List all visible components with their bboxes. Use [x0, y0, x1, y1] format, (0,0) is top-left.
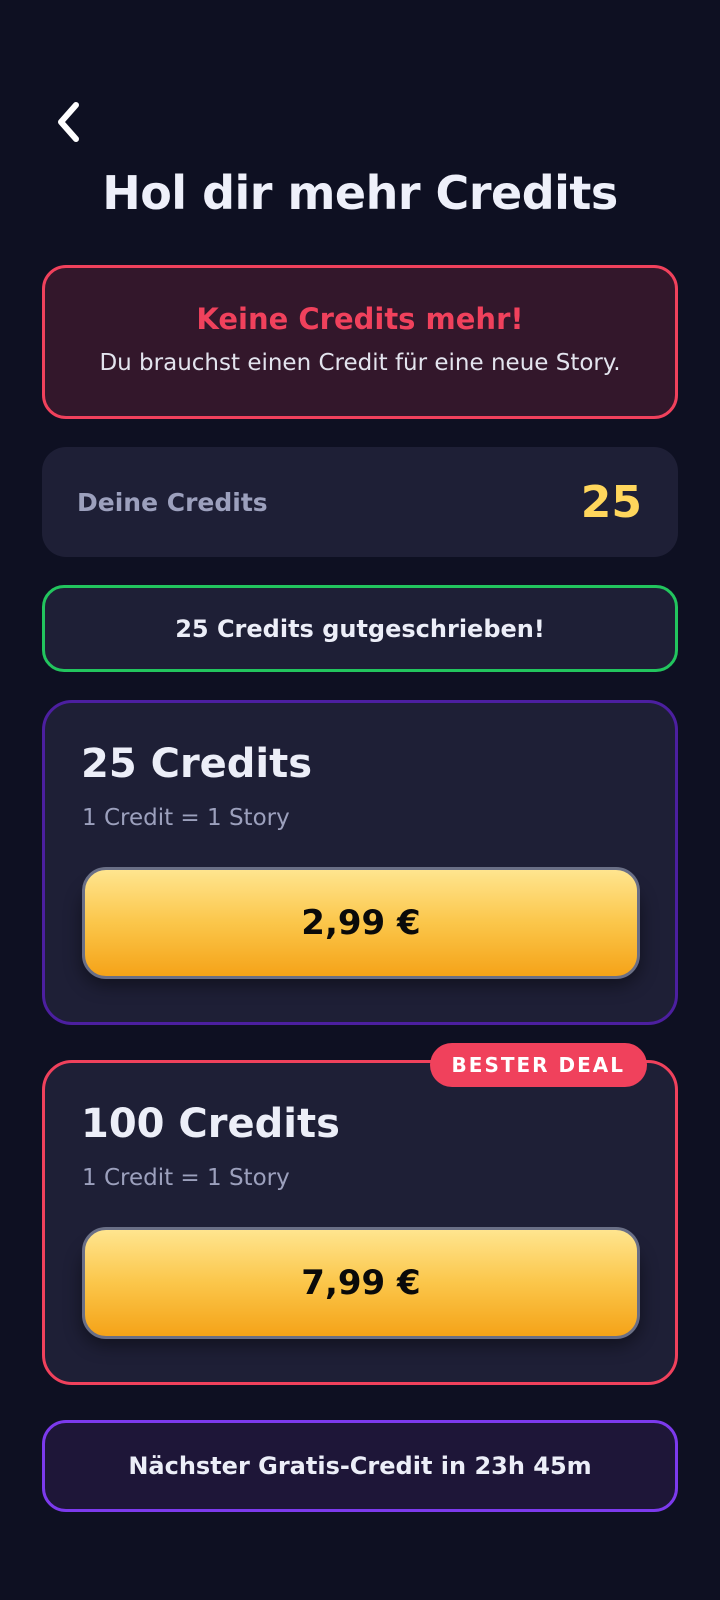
chevron-left-icon: [55, 100, 81, 148]
buy-button-100-credits[interactable]: 7,99 €: [82, 1227, 640, 1339]
package-name: 25 Credits: [81, 741, 313, 787]
package-name: 100 Credits: [81, 1101, 340, 1147]
credits-added-toast: 25 Credits gutgeschrieben!: [42, 585, 678, 672]
package-card-100-credits: BESTER DEAL 100 Credits 1 Credit = 1 Sto…: [42, 1043, 678, 1385]
price-label: 2,99 €: [301, 903, 421, 943]
free-credit-text: Nächster Gratis-Credit in 23h 45m: [128, 1452, 592, 1480]
buy-button-25-credits[interactable]: 2,99 €: [82, 867, 640, 979]
package-card-25-credits: 25 Credits 1 Credit = 1 Story 2,99 €: [42, 700, 678, 1025]
balance-value: 25: [580, 476, 642, 528]
page-title: Hol dir mehr Credits: [102, 166, 618, 220]
free-credit-timer: Nächster Gratis-Credit in 23h 45m: [42, 1420, 678, 1512]
no-credits-alert: Keine Credits mehr! Du brauchst einen Cr…: [42, 265, 678, 419]
buy-button-wrapper: 2,99 €: [82, 867, 640, 979]
package-subtitle: 1 Credit = 1 Story: [82, 805, 290, 831]
credit-balance-card: Deine Credits 25: [42, 447, 678, 557]
alert-title: Keine Credits mehr!: [196, 302, 524, 336]
toast-message: 25 Credits gutgeschrieben!: [175, 614, 545, 643]
alert-message: Du brauchst einen Credit für eine neue S…: [99, 350, 621, 376]
best-deal-badge: BESTER DEAL: [429, 1043, 647, 1087]
back-button[interactable]: [46, 98, 90, 150]
buy-button-wrapper: 7,99 €: [82, 1227, 640, 1339]
balance-label: Deine Credits: [77, 487, 268, 517]
package-subtitle: 1 Credit = 1 Story: [82, 1165, 290, 1191]
price-label: 7,99 €: [301, 1263, 421, 1303]
